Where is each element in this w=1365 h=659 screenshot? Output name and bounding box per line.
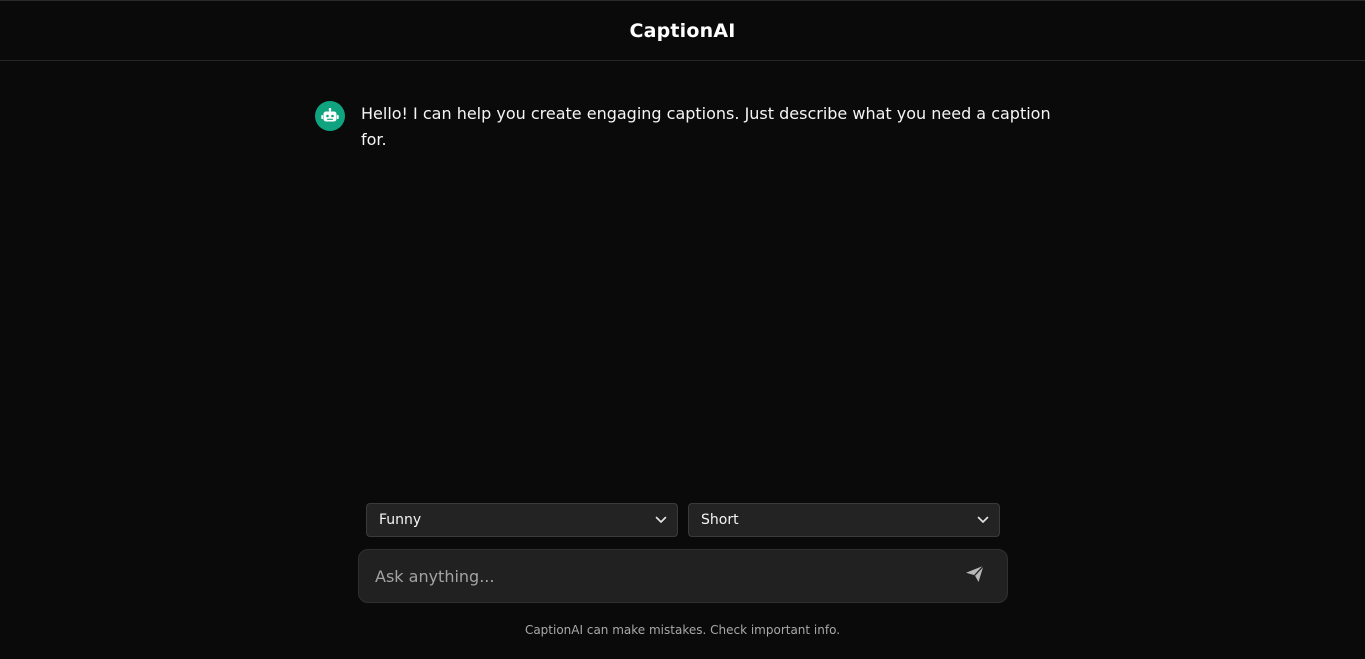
chevron-down-icon [655, 516, 667, 524]
send-icon [965, 565, 985, 587]
length-select-value: Short [701, 512, 739, 528]
app-title: CaptionAI [629, 19, 736, 42]
message-text: Hello! I can help you create engaging ca… [361, 104, 1051, 149]
tone-select-value: Funny [379, 512, 422, 528]
chevron-down-icon [977, 516, 989, 524]
disclaimer: CaptionAI can make mistakes. Check impor… [524, 623, 841, 637]
composer [358, 549, 1008, 603]
assistant-message: Hello! I can help you create engaging ca… [315, 101, 1075, 153]
send-button[interactable] [963, 564, 987, 588]
caption-options: Funny Short [366, 503, 1000, 537]
robot-icon [315, 101, 345, 131]
tone-select[interactable]: Funny [366, 503, 678, 537]
message-input[interactable] [373, 565, 963, 587]
header: CaptionAI [0, 1, 1365, 61]
app-root: CaptionAI Hello! I can help you create e… [0, 0, 1365, 659]
length-select[interactable]: Short [688, 503, 1000, 537]
